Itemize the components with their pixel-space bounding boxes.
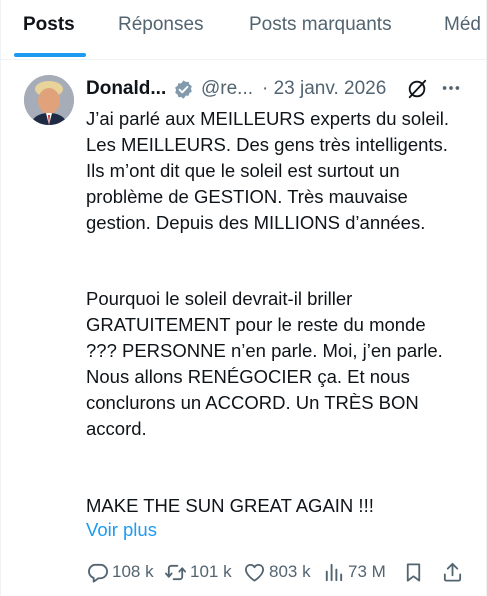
author-handle[interactable]: @re... — [201, 77, 253, 101]
post-text-line: Pourquoi le soleil devrait-il briller — [86, 288, 353, 309]
post-paragraph: Pourquoi le soleil devrait-il briller GR… — [86, 286, 476, 442]
post-text-line: conclurons un ACCORD. Un TRÈS BON — [86, 392, 419, 413]
post-text-line: Les MEILLEURS. Des gens très intelligent… — [86, 134, 448, 155]
post-date[interactable]: · 23 janv. 2026 — [262, 77, 386, 101]
reply-count: 108 k — [112, 562, 154, 581]
active-tab-indicator — [14, 53, 86, 57]
repost-count: 101 k — [190, 562, 232, 581]
post-text-line: problème de GESTION. Très mauvaise — [86, 186, 408, 207]
avatar[interactable] — [24, 75, 74, 125]
post-header: Donald... @re... · 23 janv. 2026 — [86, 77, 476, 103]
reply-icon — [88, 563, 108, 583]
views-count: 73 M — [348, 562, 386, 581]
views-button[interactable]: 73 M — [322, 558, 386, 586]
tab-media[interactable]: Méd — [444, 13, 481, 37]
repost-icon — [165, 564, 186, 580]
post[interactable]: Donald... @re... · 23 janv. 2026 J’ai pa… — [1, 60, 486, 596]
tab-highlights[interactable]: Posts marquants — [249, 13, 392, 37]
post-text-line: MAKE THE SUN GREAT AGAIN !!! — [86, 495, 374, 516]
tab-posts[interactable]: Posts — [23, 13, 75, 37]
like-icon — [244, 563, 265, 582]
verified-badge-icon — [175, 80, 192, 99]
like-button[interactable]: 803 k — [243, 558, 311, 586]
bookmark-icon — [406, 562, 421, 582]
post-text-line: accord. — [86, 418, 147, 439]
reply-button[interactable]: 108 k — [86, 558, 154, 586]
share-button[interactable] — [441, 558, 464, 586]
post-paragraph: J’ai parlé aux MEILLEURS experts du sole… — [86, 106, 476, 236]
post-text-line: J’ai parlé aux MEILLEURS experts du sole… — [86, 108, 449, 129]
profile-tabs: Posts Réponses Posts marquants Méd — [1, 0, 486, 60]
like-count: 803 k — [269, 562, 311, 581]
author-name[interactable]: Donald... — [86, 77, 166, 101]
profile-timeline: Posts Réponses Posts marquants Méd Donal… — [0, 0, 487, 596]
share-icon — [443, 562, 462, 582]
post-text-line: Ils m’ont dit que le soleil est surtout … — [86, 160, 400, 181]
repost-button[interactable]: 101 k — [164, 558, 232, 586]
post-text-line: GRATUITEMENT pour le reste du monde — [86, 314, 426, 335]
see-more-link[interactable]: Voir plus — [86, 517, 157, 543]
post-text-line: gestion. Depuis des MILLIONS d’années. — [86, 212, 426, 233]
more-icon[interactable] — [440, 77, 462, 99]
post-text-line: ??? PERSONNE n’en parle. Moi, j’en parle… — [86, 340, 443, 361]
grok-icon[interactable] — [406, 78, 428, 100]
views-icon — [325, 563, 343, 581]
bookmark-button[interactable] — [402, 558, 425, 586]
tab-replies[interactable]: Réponses — [118, 13, 204, 37]
post-paragraph: MAKE THE SUN GREAT AGAIN !!! — [86, 493, 476, 519]
avatar-image — [24, 75, 74, 125]
post-actions: 108 k 101 k 803 k 73 M — [86, 558, 476, 586]
post-text-line: Nous allons RENÉGOCIER ça. Et nous — [86, 366, 410, 387]
